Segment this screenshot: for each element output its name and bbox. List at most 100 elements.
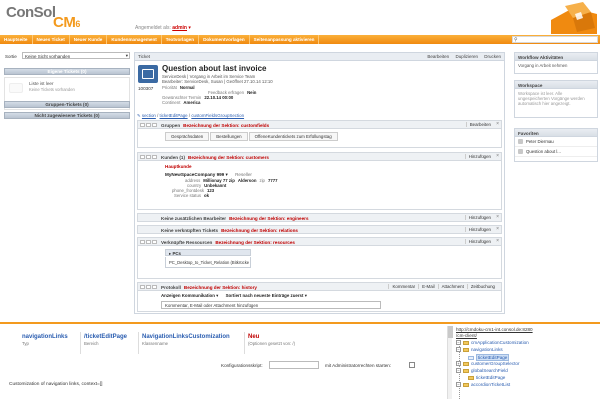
chevron-down-icon[interactable]: ▾	[305, 293, 307, 298]
editors-add-button[interactable]: Hinzufügen	[464, 215, 491, 220]
favorite-item[interactable]: Question about l...	[515, 147, 597, 157]
editors-section: Keine zusätzlichen Bearbeiter Bezeichnung…	[137, 213, 502, 222]
customization-description: Customization of navigation links, conte…	[9, 382, 103, 387]
nav-item-dokumentvorlagen[interactable]: Dokumentvorlagen	[199, 35, 250, 44]
own-tickets-header[interactable]: Eigene Tickets (0)	[4, 68, 130, 75]
empty-list-icon	[9, 83, 23, 93]
collapse-icon[interactable]: −	[456, 340, 461, 345]
ticket-panel: Ticket Bearbeiten Duplizieren Drucken 10…	[134, 52, 505, 314]
search-icon: ⚲	[514, 37, 518, 43]
tab-kommentar[interactable]: Kommentar	[388, 284, 418, 289]
tree-node[interactable]: − cmApplicationCustomization	[456, 340, 529, 345]
sort-select[interactable]: Keine Sicht vorhanden ▾	[22, 52, 130, 59]
linked-tickets-add-button[interactable]: Hinzufügen	[464, 227, 491, 232]
section-icon[interactable]	[146, 285, 151, 289]
tab-gespraechsdaten[interactable]: Gesprächsdaten	[165, 132, 210, 141]
breadcrumb-item[interactable]: ticketEditPage	[160, 113, 188, 118]
group-tickets-header[interactable]: Gruppen-Tickets (0)	[4, 101, 130, 108]
section-icon[interactable]	[152, 123, 157, 127]
nav-item-hauptseite[interactable]: Hauptseite	[0, 35, 33, 44]
status-field: Neu (Optionen gesetzt von: /)	[248, 334, 295, 346]
groups-edit-button[interactable]: Bearbeiten	[465, 122, 491, 127]
print-button[interactable]: Drucken	[484, 54, 501, 59]
duplicate-button[interactable]: Duplizieren	[455, 54, 478, 59]
tree-node-selected[interactable]: ticketEditPage	[468, 354, 510, 361]
collapse-icon[interactable]: −	[456, 368, 461, 373]
chevron-down-icon: ▾	[125, 53, 128, 58]
nav-item-neuer-kunde[interactable]: Neuer Kunde	[70, 35, 108, 44]
consol-logo[interactable]: ConSol CM6	[6, 5, 80, 30]
ticket-subject: Question about last invoice	[162, 64, 267, 73]
section-icon[interactable]	[152, 240, 157, 244]
customization-panel: navigationLinks Typ /ticketEditPage Bere…	[0, 324, 600, 400]
tab-bestellungen[interactable]: Bestellungen	[210, 132, 248, 141]
config-script-select[interactable]	[269, 361, 319, 369]
tab-email[interactable]: E-Mail	[418, 284, 437, 289]
breadcrumb-item[interactable]: customFieldsGroupSection	[191, 113, 244, 118]
close-icon[interactable]: ×	[496, 238, 499, 244]
section-icon[interactable]	[152, 285, 157, 289]
nav-item-seitenanpassung[interactable]: Seitenanpassung aktivieren	[250, 35, 320, 44]
scrollbar[interactable]	[447, 326, 453, 399]
section-icon[interactable]	[140, 240, 145, 244]
workflow-activity-link[interactable]: Vorgang in Arbeit nehmen	[515, 61, 597, 70]
section-icon[interactable]	[140, 155, 145, 159]
breadcrumb-item[interactable]: section	[142, 113, 156, 118]
expand-icon[interactable]: +	[456, 361, 461, 366]
tab-zeitbuchung[interactable]: Zeitbuchung	[466, 284, 498, 289]
customers-add-button[interactable]: Hinzufügen	[464, 154, 491, 159]
tree-node[interactable]: − globalSearchField	[456, 368, 508, 373]
nav-item-kundenmanagement[interactable]: Kundenmanagement	[107, 35, 162, 44]
edit-button[interactable]: Bearbeiten	[427, 54, 449, 59]
customer-role: Hauptkunde	[165, 164, 192, 169]
chevron-down-icon[interactable]: ▾	[216, 293, 218, 298]
collapse-icon[interactable]: −	[456, 347, 461, 352]
scrollbar-thumb[interactable]	[448, 326, 453, 338]
continent-field: Continent America	[162, 100, 201, 105]
tree-node[interactable]: − navigationLinks	[456, 347, 503, 352]
ticket-icon	[518, 149, 523, 154]
show-communication-label[interactable]: Anzeigen Kommunikation	[161, 293, 215, 298]
section-icon[interactable]	[146, 155, 151, 159]
user-menu-arrow-icon[interactable]: ▾	[188, 25, 191, 31]
admin-rights-checkbox[interactable]	[409, 362, 415, 368]
collapse-icon[interactable]: −	[456, 382, 461, 387]
tab-attachment[interactable]: Attachment	[437, 284, 467, 289]
breadcrumb: ✎ section / ticketEditPage / customField…	[137, 113, 245, 118]
close-icon[interactable]: ×	[496, 121, 499, 127]
folder-icon	[463, 382, 469, 387]
nav-item-neues-ticket[interactable]: Neues Ticket	[33, 35, 70, 44]
tree-node[interactable]: + customerGroupSelector	[456, 361, 520, 366]
section-icon[interactable]	[152, 155, 157, 159]
section-icon[interactable]	[140, 123, 145, 127]
favorites-title: Favoriten	[515, 129, 597, 137]
section-icon[interactable]	[140, 285, 145, 289]
close-icon[interactable]: ×	[496, 226, 499, 232]
logged-in-label: Angemeldet als:	[135, 25, 171, 31]
favorite-item[interactable]: Peter Diermau	[515, 137, 597, 147]
section-icon[interactable]	[146, 240, 151, 244]
resources-add-button[interactable]: Hinzufügen	[464, 239, 491, 244]
tree-node[interactable]: − accordionTicketList	[456, 382, 510, 387]
close-icon[interactable]: ×	[496, 214, 499, 220]
logged-in-user-link[interactable]: admin	[172, 25, 187, 31]
editors-section-title: Keine zusätzlichen Bearbeiter	[161, 215, 227, 221]
tree-root-path[interactable]: /cm-client/	[456, 333, 477, 338]
pcs-header[interactable]: ▸ PCs	[165, 249, 251, 256]
tab-offene-kundentickets[interactable]: OffeneKundentickets zum Erfüllungstag	[248, 132, 338, 141]
unassigned-tickets-header[interactable]: Nicht zugewiesene Tickets (0)	[4, 112, 130, 119]
global-search-input[interactable]: ⚲	[512, 36, 598, 43]
nav-item-textvorlagen[interactable]: Textvorlagen	[162, 35, 200, 44]
close-icon[interactable]: ×	[496, 153, 499, 159]
person-icon	[518, 139, 523, 144]
status-value: Neu	[248, 334, 260, 340]
tree-root-url[interactable]: http://cmdoku-cm1-int.consol.de:8280	[456, 327, 533, 332]
pc-resource-item[interactable]: PC_Desktop_to_Ticket_Relation (Bitkrücke	[165, 257, 251, 268]
section-icon[interactable]	[146, 123, 151, 127]
sort-order-label[interactable]: Sortiert nach neueste Einträge zuerst	[226, 293, 304, 298]
comment-input[interactable]: Kommentar, E-Mail oder Attachment hinzuf…	[161, 301, 381, 309]
admin-rights-label: mit Administratorrechten starten:	[325, 363, 392, 368]
config-script-label: Konfigurationsskript:	[221, 363, 263, 368]
tree-node[interactable]: ticketEditPage	[468, 375, 505, 380]
groups-section-header: Gruppen Bezeichnung der Sektion: customfi…	[138, 121, 501, 129]
